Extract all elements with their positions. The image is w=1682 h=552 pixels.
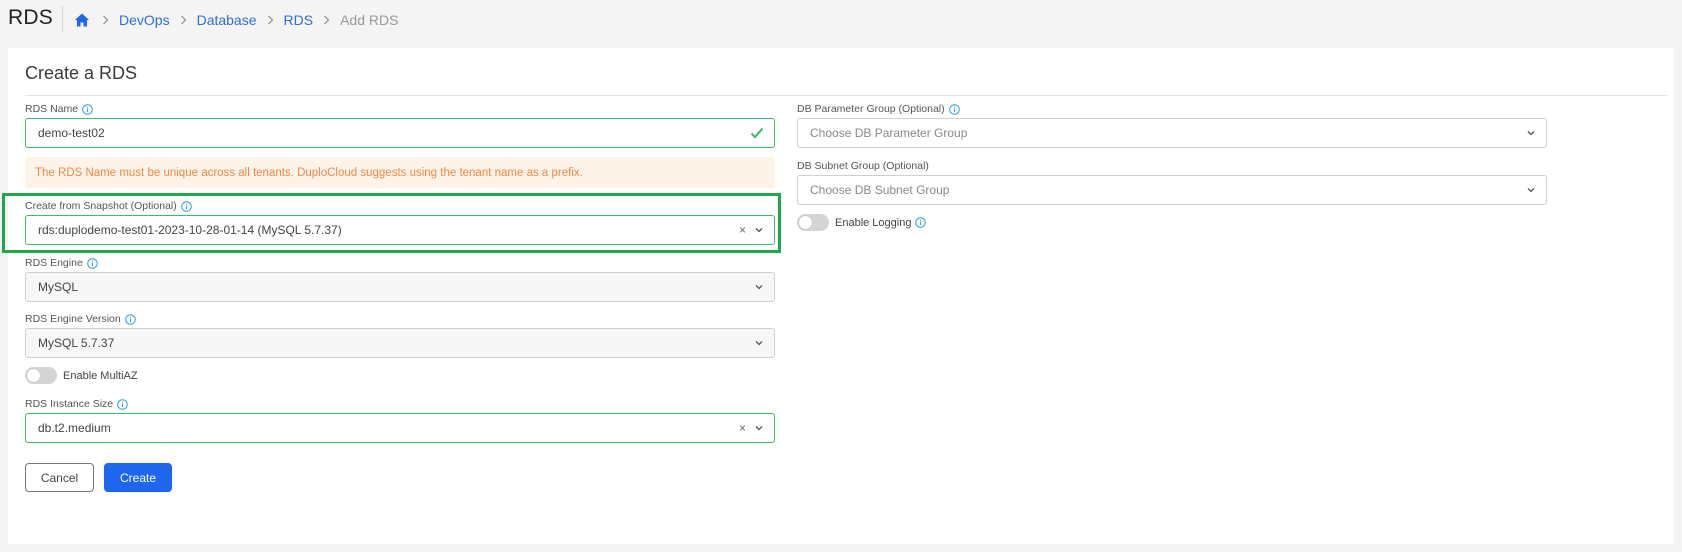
create-rds-card: Create a RDS RDS Name demo-test02 The RD… [2, 48, 1674, 544]
engine-version-value: MySQL 5.7.37 [38, 336, 115, 350]
breadcrumb: DevOps Database RDS Add RDS [74, 9, 398, 31]
multiaz-toggle-row: Enable MultiAZ [25, 367, 138, 384]
rds-name-label-text: RDS Name [25, 103, 79, 115]
divider [25, 95, 1667, 96]
engine-select[interactable]: MySQL [25, 272, 775, 302]
clear-icon[interactable]: × [739, 421, 746, 435]
multiaz-label: Enable MultiAZ [63, 369, 138, 382]
instance-size-value: db.t2.medium [38, 421, 111, 435]
rds-name-label: RDS Name [25, 103, 93, 115]
top-bar: RDS DevOps Database RDS Add RDS [0, 0, 1682, 40]
home-icon[interactable] [74, 11, 92, 29]
info-icon[interactable] [915, 217, 927, 228]
snapshot-label: Create from Snapshot (Optional) [25, 200, 192, 212]
info-icon[interactable] [86, 257, 98, 269]
subnet-group-select[interactable]: Choose DB Subnet Group [797, 175, 1547, 205]
title-divider [62, 6, 63, 32]
rds-name-input[interactable]: demo-test02 [25, 118, 775, 148]
subnet-group-label-text: DB Subnet Group (Optional) [797, 160, 929, 172]
logging-label: Enable Logging [835, 216, 912, 229]
logging-toggle[interactable] [797, 214, 829, 231]
breadcrumb-devops[interactable]: DevOps [119, 12, 170, 28]
subnet-group-placeholder: Choose DB Subnet Group [810, 183, 950, 197]
rds-name-warning: The RDS Name must be unique across all t… [25, 157, 775, 188]
chevron-right-icon [180, 15, 187, 25]
logging-toggle-row: Enable Logging [797, 214, 927, 231]
chevron-down-icon[interactable] [754, 423, 764, 433]
toggle-knob [27, 369, 40, 382]
engine-value: MySQL [38, 280, 79, 294]
info-icon[interactable] [124, 313, 136, 325]
engine-version-label: RDS Engine Version [25, 313, 136, 325]
chevron-right-icon [267, 15, 274, 25]
multiaz-toggle[interactable] [25, 367, 57, 384]
param-group-label: DB Parameter Group (Optional) [797, 103, 960, 115]
chevron-right-icon [102, 15, 109, 25]
chevron-down-icon[interactable] [1526, 128, 1536, 138]
chevron-down-icon[interactable] [754, 225, 764, 235]
engine-label-text: RDS Engine [25, 257, 83, 269]
clear-icon[interactable]: × [739, 223, 746, 237]
snapshot-select[interactable]: rds:duplodemo-test01-2023-10-28-01-14 (M… [25, 215, 775, 245]
chevron-down-icon[interactable] [754, 338, 764, 348]
form-title: Create a RDS [25, 63, 138, 83]
breadcrumb-current: Add RDS [340, 12, 399, 28]
rds-name-value: demo-test02 [38, 126, 105, 140]
instance-size-select[interactable]: db.t2.medium × [25, 413, 775, 443]
info-icon[interactable] [948, 103, 960, 115]
breadcrumb-rds[interactable]: RDS [284, 12, 314, 28]
page-title: RDS [8, 6, 53, 29]
chevron-down-icon[interactable] [754, 282, 764, 292]
info-icon[interactable] [82, 103, 93, 115]
info-icon[interactable] [180, 200, 192, 212]
engine-version-label-text: RDS Engine Version [25, 313, 121, 325]
instance-size-label-text: RDS Instance Size [25, 398, 114, 410]
toggle-knob [799, 216, 812, 229]
engine-label: RDS Engine [25, 257, 98, 269]
chevron-right-icon [323, 15, 330, 25]
breadcrumb-database[interactable]: Database [197, 12, 257, 28]
instance-size-label: RDS Instance Size [25, 398, 128, 410]
chevron-down-icon[interactable] [1526, 185, 1536, 195]
create-button[interactable]: Create [104, 463, 172, 492]
snapshot-value: rds:duplodemo-test01-2023-10-28-01-14 (M… [38, 223, 342, 237]
param-group-select[interactable]: Choose DB Parameter Group [797, 118, 1547, 148]
info-icon[interactable] [117, 398, 128, 410]
cancel-button[interactable]: Cancel [25, 463, 94, 492]
param-group-placeholder: Choose DB Parameter Group [810, 126, 968, 140]
engine-version-select[interactable]: MySQL 5.7.37 [25, 328, 775, 358]
subnet-group-label: DB Subnet Group (Optional) [797, 160, 929, 172]
param-group-label-text: DB Parameter Group (Optional) [797, 103, 945, 115]
check-icon [750, 127, 774, 139]
snapshot-label-text: Create from Snapshot (Optional) [25, 200, 177, 212]
